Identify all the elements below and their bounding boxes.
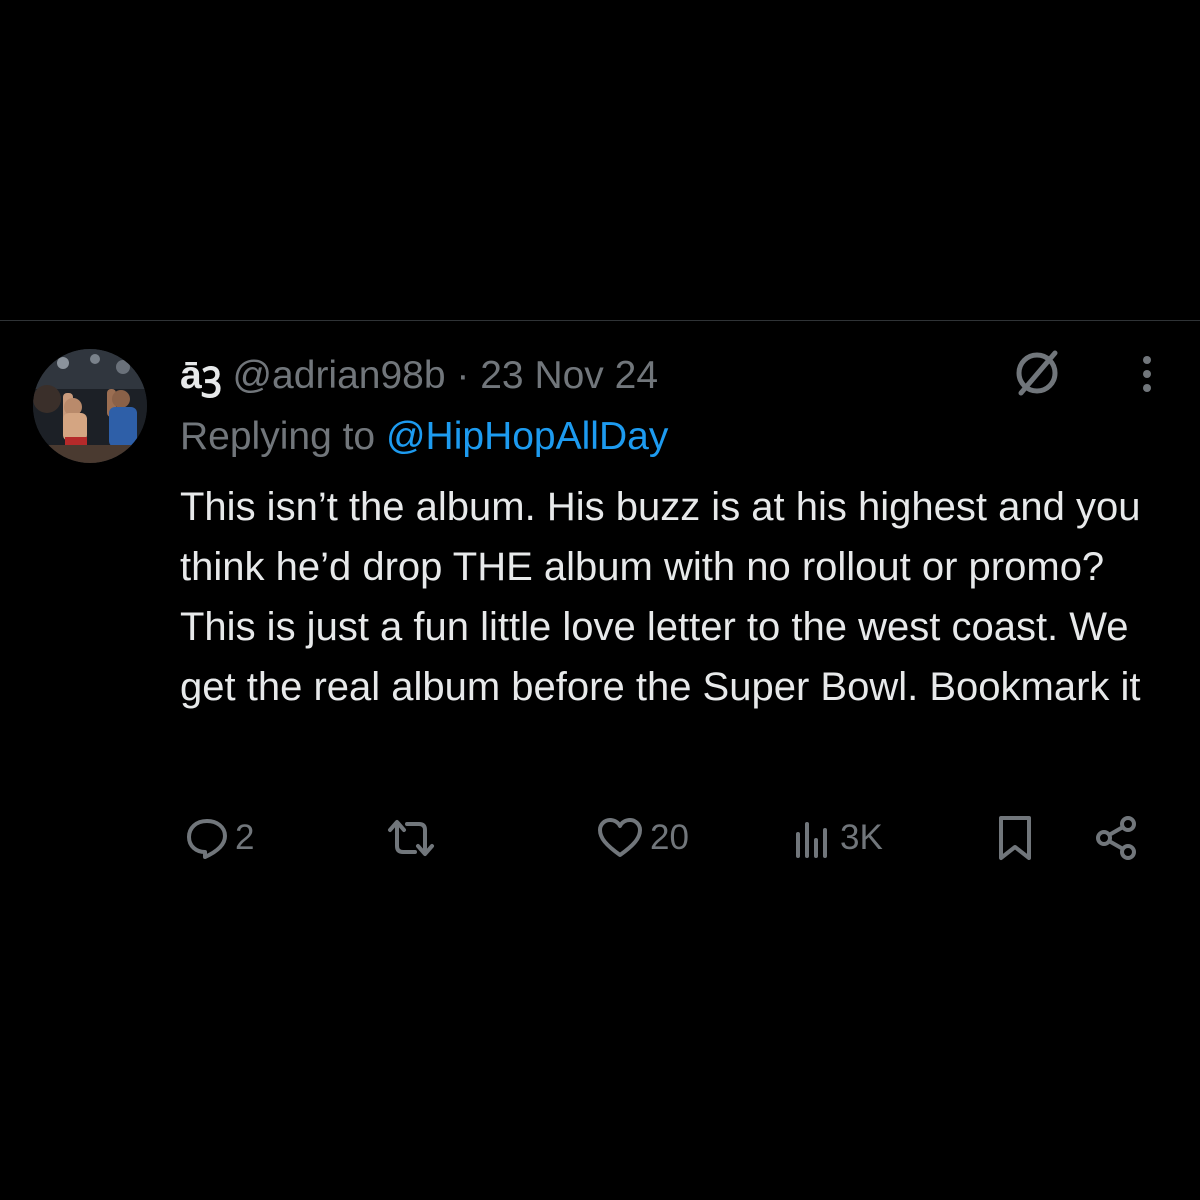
like-count: 20 — [650, 818, 689, 857]
views-icon — [790, 816, 834, 860]
views-count: 3K — [840, 818, 883, 857]
heart-icon — [596, 816, 644, 860]
timestamp[interactable]: 23 Nov 24 — [480, 354, 658, 397]
reply-count: 2 — [235, 818, 255, 857]
replying-to-label: Replying to — [180, 415, 376, 458]
views-button[interactable]: 3K — [790, 808, 883, 868]
avatar-image — [33, 349, 147, 463]
tweet-body: āꝫ @adrian98b · 23 Nov 24 Replying to @H… — [180, 350, 1180, 717]
avatar[interactable] — [33, 349, 147, 463]
bookmark-button[interactable] — [995, 808, 1035, 868]
repost-button[interactable] — [385, 808, 443, 868]
replying-to-line: Replying to @HipHopAllDay — [180, 411, 1180, 463]
repost-icon — [385, 816, 437, 860]
tweet-text: This isn’t the album. His buzz is at his… — [180, 485, 1141, 709]
reply-icon — [185, 816, 229, 860]
more-icon[interactable] — [1130, 352, 1164, 396]
share-button[interactable] — [1092, 808, 1140, 868]
separator: · — [456, 354, 470, 397]
top-divider — [0, 320, 1200, 321]
display-name[interactable]: āꝫ — [180, 354, 222, 397]
replying-to-mention[interactable]: @HipHopAllDay — [386, 415, 668, 458]
bookmark-icon — [995, 814, 1035, 862]
reply-button[interactable]: 2 — [185, 808, 254, 868]
share-icon — [1092, 814, 1140, 862]
handle[interactable]: @adrian98b — [232, 354, 445, 397]
like-button[interactable]: 20 — [596, 808, 689, 868]
grok-icon[interactable] — [1010, 346, 1064, 400]
